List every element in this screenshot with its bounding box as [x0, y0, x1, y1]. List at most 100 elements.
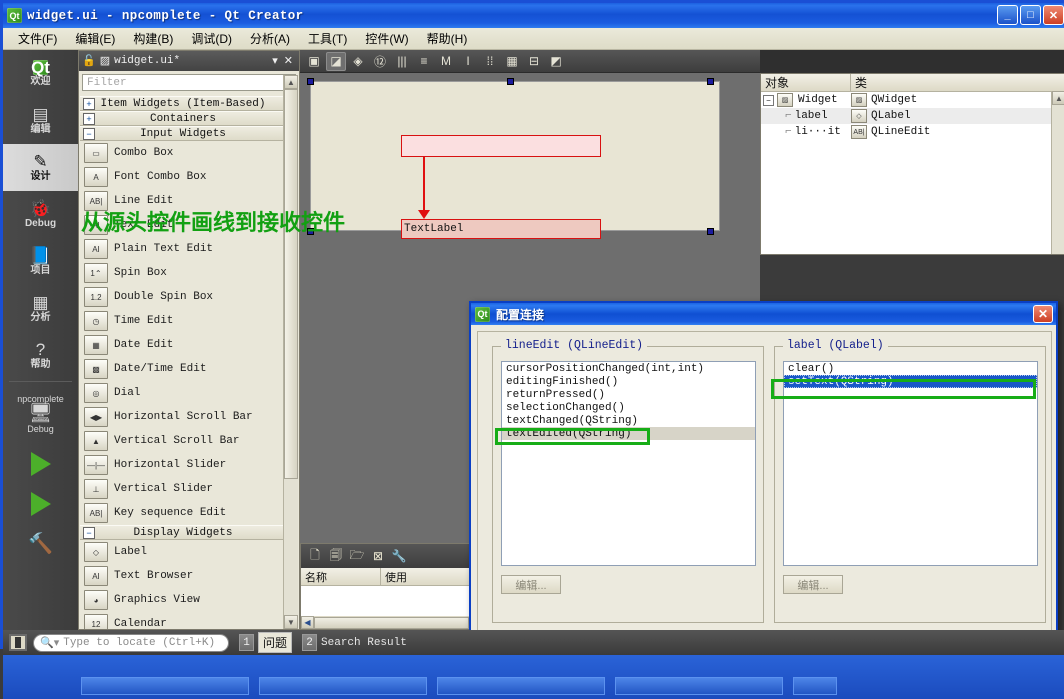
taskbar-button[interactable] — [615, 677, 783, 695]
signal-item-textedited[interactable]: textEdited(QString) — [502, 427, 755, 440]
widget-item-calendar[interactable]: 12 Calendar — [80, 612, 285, 629]
signal-item[interactable]: editingFinished() — [502, 375, 755, 388]
object-inspector-scrollbar[interactable]: ▲ — [1051, 91, 1064, 254]
resize-handle-tl[interactable] — [307, 78, 314, 85]
menu-analyze[interactable]: 分析(A) — [241, 28, 299, 49]
widget-item-horizontal-scroll-bar[interactable]: ◀▶ Horizontal Scroll Bar — [80, 405, 285, 429]
taskbar-button[interactable] — [793, 677, 837, 695]
object-row-widget[interactable]: − ▨ Widget ▨ QWidget — [761, 92, 1064, 108]
expand-icon[interactable]: + — [83, 112, 95, 125]
close-button[interactable]: ✕ — [1043, 5, 1064, 25]
widget-item-vertical-scroll-bar[interactable]: ▲ Vertical Scroll Bar — [80, 429, 285, 453]
signal-item[interactable]: textChanged(QString) — [502, 414, 755, 427]
action-editor-hscrollbar[interactable]: ◀ — [301, 616, 469, 629]
resize-handle-br[interactable] — [707, 228, 714, 235]
widget-item-text-browser[interactable]: AI Text Browser — [80, 564, 285, 588]
minimize-button[interactable]: _ — [997, 5, 1018, 25]
widget-item-time-edit[interactable]: ◷ Time Edit — [80, 309, 285, 333]
mode-projects[interactable]: 📘 项目 — [3, 238, 78, 285]
widget-item-double-spin-box[interactable]: 1.2 Double Spin Box — [80, 285, 285, 309]
widget-item-dial[interactable]: ◎ Dial — [80, 381, 285, 405]
widget-item-combo-box[interactable]: ▭ Combo Box — [80, 141, 285, 165]
canvas-label[interactable]: TextLabel — [401, 219, 601, 239]
edit-signals-slots-icon[interactable]: ◪ — [326, 51, 346, 71]
adjust-size-icon[interactable]: ◩ — [546, 52, 566, 71]
break-layout-icon[interactable]: ⊟ — [524, 52, 544, 71]
run-button[interactable] — [3, 444, 78, 484]
taskbar-button[interactable] — [81, 677, 249, 695]
scroll-up-button[interactable]: ▲ — [284, 75, 298, 89]
object-row-label[interactable]: ⌐ label ◇ QLabel — [761, 108, 1064, 124]
widget-category-input-widgets[interactable]: − Input Widgets — [80, 126, 285, 141]
maximize-button[interactable]: □ — [1020, 5, 1041, 25]
paste-action-icon[interactable]: 🗁 — [349, 548, 365, 565]
canvas-lineedit[interactable] — [401, 135, 601, 157]
dialog-close-button[interactable]: ✕ — [1033, 305, 1053, 323]
scroll-down-button[interactable]: ▼ — [284, 615, 298, 629]
layout-vertically-icon[interactable]: ≡ — [414, 52, 434, 71]
widget-item-spin-box[interactable]: 1⌃ Spin Box — [80, 261, 285, 285]
widget-item-text-edit[interactable]: AI Text Edit — [80, 213, 285, 237]
widget-item-line-edit[interactable]: AB| Line Edit — [80, 189, 285, 213]
layout-splitter-h-icon[interactable]: M — [436, 52, 456, 71]
signals-edit-button[interactable]: 编辑... — [501, 575, 561, 594]
widget-item-horizontal-slider[interactable]: —|— Horizontal Slider — [80, 453, 285, 477]
mode-welcome[interactable]: Qt 欢迎 — [3, 50, 78, 97]
slots-list[interactable]: clear() setText(QString) — [783, 361, 1038, 566]
widget-category-display-widgets[interactable]: − Display Widgets — [80, 525, 285, 540]
resize-handle-tr[interactable] — [707, 78, 714, 85]
widget-item-plain-text-edit[interactable]: AI Plain Text Edit — [80, 237, 285, 261]
build-button[interactable]: 🔨 — [3, 524, 78, 564]
widget-item-font-combo-box[interactable]: A Font Combo Box — [80, 165, 285, 189]
edit-tab-order-icon[interactable]: ⑫ — [370, 52, 390, 71]
mode-analyze[interactable]: ▦ 分析 — [3, 285, 78, 332]
status-pane-issues[interactable]: 1 问题 — [239, 632, 293, 653]
copy-action-icon[interactable]: 🗐 — [328, 548, 344, 565]
widget-item-graphics-view[interactable]: ◕ Graphics View — [80, 588, 285, 612]
menu-debug[interactable]: 调试(D) — [182, 28, 241, 49]
scroll-up-button[interactable]: ▲ — [1052, 91, 1064, 105]
new-action-icon[interactable]: 🗋 — [307, 548, 323, 565]
form-widget[interactable]: TextLabel — [310, 81, 720, 239]
widget-item-label[interactable]: ◇ Label — [80, 540, 285, 564]
chevron-down-icon[interactable]: ▾ — [272, 54, 278, 68]
filter-input[interactable]: Filter — [82, 74, 296, 91]
mode-help[interactable]: ? 帮助 — [3, 332, 78, 379]
action-editor-body[interactable] — [301, 586, 469, 616]
scrollbar-thumb[interactable] — [314, 616, 469, 629]
menu-build[interactable]: 构建(B) — [124, 28, 182, 49]
resize-handle-tm[interactable] — [507, 78, 514, 85]
expand-icon[interactable]: + — [83, 97, 95, 110]
widget-box-scrollbar[interactable]: ▲ ▼ — [283, 75, 298, 629]
edit-widgets-icon[interactable]: ▣ — [304, 52, 324, 71]
layout-grid-icon[interactable]: ▦ — [502, 52, 522, 71]
slots-edit-button[interactable]: 编辑... — [783, 575, 843, 594]
scroll-left-button[interactable]: ◀ — [301, 616, 314, 629]
mode-debug[interactable]: 🐞 Debug — [3, 191, 78, 238]
debug-run-button[interactable] — [3, 484, 78, 524]
signals-list[interactable]: cursorPositionChanged(int,int) editingFi… — [501, 361, 756, 566]
widget-item-vertical-slider[interactable]: ⊥ Vertical Slider — [80, 477, 285, 501]
slot-item-settext[interactable]: setText(QString) — [784, 375, 1037, 388]
kit-target-selector[interactable]: npcomplete 🖥 Debug — [3, 384, 78, 444]
scrollbar-thumb[interactable] — [284, 89, 298, 479]
menu-widgets[interactable]: 控件(W) — [356, 28, 417, 49]
sidebar-toggle-icon[interactable] — [9, 634, 27, 651]
edit-action-icon[interactable]: 🔧 — [391, 548, 407, 565]
edit-buddies-icon[interactable]: ◈ — [348, 52, 368, 71]
delete-action-icon[interactable]: ⊠ — [370, 548, 386, 565]
collapse-icon[interactable]: − — [763, 94, 774, 106]
resize-handle-bl[interactable] — [307, 228, 314, 235]
widget-item-key-sequence-edit[interactable]: AB| Key sequence Edit — [80, 501, 285, 525]
lock-icon[interactable]: 🔓 — [82, 54, 96, 68]
signal-item[interactable]: cursorPositionChanged(int,int) — [502, 362, 755, 375]
menu-help[interactable]: 帮助(H) — [418, 28, 477, 49]
slot-item[interactable]: clear() — [784, 362, 1037, 375]
layout-splitter-v-icon[interactable]: I — [458, 52, 478, 71]
mode-edit[interactable]: ▤ 编辑 — [3, 97, 78, 144]
collapse-icon[interactable]: − — [83, 127, 95, 140]
taskbar-button[interactable] — [259, 677, 427, 695]
layout-horizontally-icon[interactable]: ||| — [392, 52, 412, 71]
widget-item-date-time-edit[interactable]: ▩ Date/Time Edit — [80, 357, 285, 381]
widget-list[interactable]: + Item Widgets (Item-Based) + Containers… — [80, 96, 285, 629]
